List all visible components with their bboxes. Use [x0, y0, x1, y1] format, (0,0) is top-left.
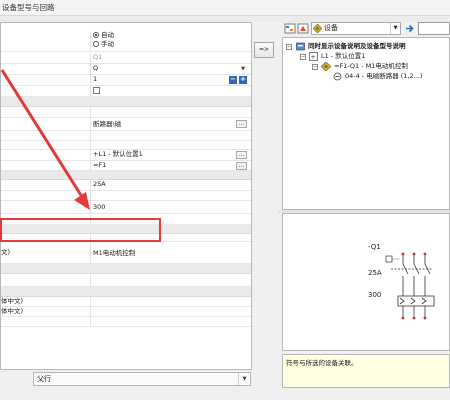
collapse-icon[interactable]: −	[300, 54, 306, 60]
grid-value[interactable]: =F1	[92, 161, 251, 170]
grid-value[interactable]: Q1	[92, 53, 251, 63]
tree-item-device[interactable]: =F1-Q1 - M1电动机控制	[334, 62, 408, 71]
dropdown-arrow-icon[interactable]: ▼	[239, 65, 247, 73]
plus-icon[interactable]: +	[239, 76, 247, 84]
device-icon	[313, 24, 322, 33]
grid-row: 体中文)	[1, 297, 251, 307]
grid-row-description: 文) M1电动机控制	[1, 242, 251, 264]
info-message: 符号与所选的设备关联。	[282, 354, 450, 388]
grid-value[interactable]: 1	[92, 75, 251, 85]
grid-row: 体中文)	[1, 307, 251, 317]
tree-item-root[interactable]: 同时显示设备说明及设备型号说明	[308, 42, 406, 51]
arrow-line	[0, 69, 86, 201]
position-combo[interactable]: 父行 ▼	[33, 372, 251, 386]
collapse-icon[interactable]: −	[312, 64, 318, 70]
grid-label: 体中文)	[1, 307, 24, 315]
symbol-tag: -Q1	[368, 243, 381, 251]
highlight-box	[0, 218, 161, 242]
grid-value[interactable]: Q	[92, 64, 251, 74]
grid-value[interactable]: 300	[92, 201, 251, 213]
window-title: 设备型号与回路	[0, 0, 450, 16]
grid-row	[1, 317, 251, 327]
device-tree[interactable]: − 同时显示设备说明及设备型号说明 − + L1 - 默认位置1 − =F1-Q…	[282, 37, 450, 210]
radio-auto[interactable]: 自动	[93, 31, 251, 40]
grid-value[interactable]: +L1 - 默认位置1	[92, 150, 251, 160]
grid-row-mode: 自动 手动	[1, 31, 251, 52]
category-row	[1, 287, 251, 297]
tree-view-icon[interactable]	[284, 22, 296, 35]
description-value[interactable]: M1电动机控制	[92, 242, 251, 263]
category-row	[1, 264, 251, 274]
function-icon	[333, 72, 342, 81]
arrow-head	[74, 192, 90, 210]
search-input[interactable]	[418, 22, 450, 35]
svg-text:+: +	[311, 54, 316, 61]
ellipsis-button[interactable]: ...	[236, 162, 247, 170]
tree-item-function[interactable]: 04-4 - 电磁断路器 (1,2...)	[345, 72, 422, 81]
dropdown-arrow-icon[interactable]: ▼	[390, 23, 400, 34]
dropdown-arrow-icon[interactable]: ▼	[238, 373, 250, 385]
settings-icon[interactable]	[297, 22, 309, 35]
tree-item-location[interactable]: L1 - 默认位置1	[321, 52, 365, 61]
grid-label: 体中文)	[1, 297, 24, 305]
grid-value[interactable]: 25A	[92, 180, 251, 190]
device-filter-combo[interactable]: 设备 ▼	[311, 22, 401, 35]
grid-label: 文)	[1, 248, 11, 256]
ellipsis-button[interactable]: ...	[236, 120, 247, 128]
location-icon: +	[309, 52, 318, 61]
annotation-arrow	[0, 69, 90, 210]
collapse-icon[interactable]: −	[286, 44, 292, 50]
radio-manual[interactable]: 手动	[93, 40, 251, 49]
grid-value[interactable]: 断路器\磁	[92, 118, 251, 130]
radio-icon[interactable]	[93, 41, 99, 47]
symbol-rating: 25A	[368, 269, 382, 277]
symbol-value: 300	[368, 291, 381, 299]
project-icon	[296, 42, 305, 51]
minus-icon[interactable]: −	[229, 76, 237, 84]
grid-row	[1, 274, 251, 287]
device-icon	[321, 62, 331, 71]
ellipsis-button[interactable]: ...	[236, 151, 247, 159]
transfer-button[interactable]: =>	[254, 42, 274, 58]
radio-icon[interactable]	[93, 32, 99, 38]
forward-arrow-icon[interactable]	[404, 22, 416, 35]
breaker-symbol-graphic: -Q1 25A 300	[368, 243, 435, 320]
symbol-preview: -Q1 25A 300	[282, 213, 450, 351]
